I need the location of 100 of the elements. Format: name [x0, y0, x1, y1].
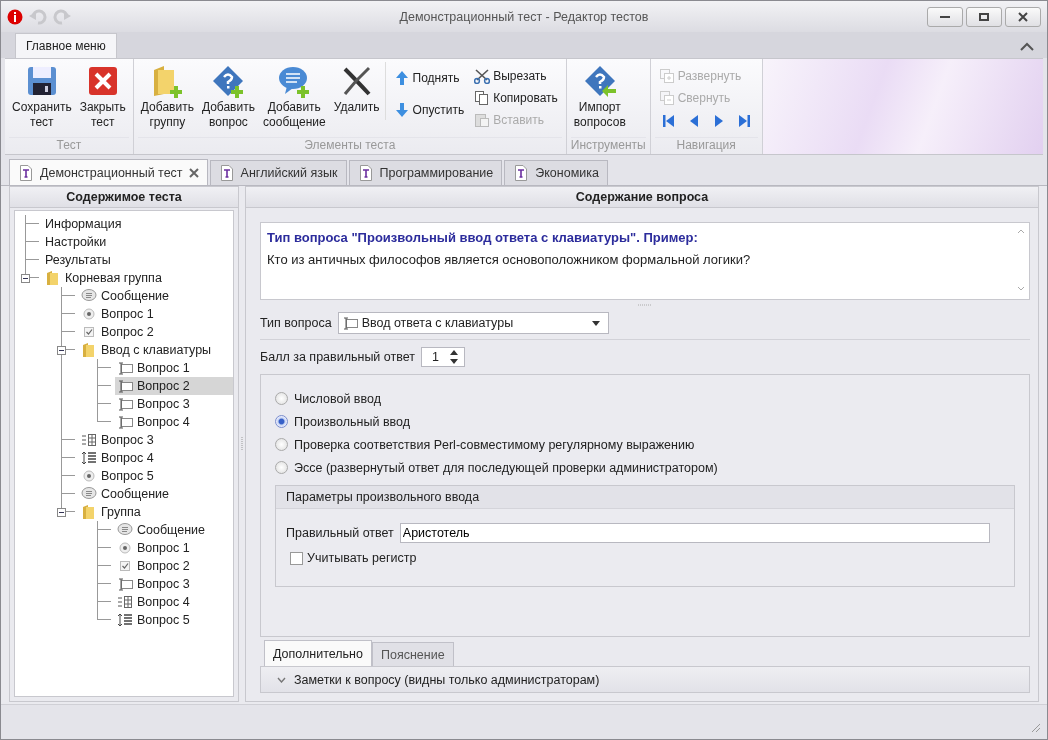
collapse-icon[interactable]: [21, 274, 30, 283]
tree-item[interactable]: Вопрос 3: [115, 575, 233, 593]
tree-item[interactable]: Вопрос 2: [115, 377, 233, 395]
ribbon-button[interactable]: Копировать: [472, 88, 560, 108]
group-caption: Навигация: [654, 137, 758, 154]
ribbon-tab[interactable]: Главное меню: [15, 33, 117, 58]
maximize-button[interactable]: [966, 6, 1002, 27]
checkbox-icon: [117, 558, 133, 574]
close-icon[interactable]: [188, 167, 199, 178]
field-label: Балл за правильный ответ: [260, 350, 415, 364]
tree-item[interactable]: Группа: [79, 503, 233, 521]
close-button[interactable]: [1005, 6, 1041, 27]
tree-item[interactable]: Информация: [43, 215, 233, 233]
speech-bubble-icon: [117, 522, 133, 538]
folder-icon: [81, 342, 97, 358]
resize-grip-icon[interactable]: [638, 303, 652, 307]
tree-item[interactable]: Вопрос 1: [79, 305, 233, 323]
info-icon: [7, 8, 23, 25]
add-message-icon: [277, 64, 312, 98]
tree-item[interactable]: Сообщение: [79, 287, 233, 305]
radio-icon: [81, 468, 97, 484]
radio-option[interactable]: Числовой ввод: [275, 387, 381, 410]
document-tab[interactable]: Демонстрационный тест: [9, 159, 208, 185]
copy-icon: [474, 90, 491, 106]
tree-item[interactable]: Вопрос 1: [115, 539, 233, 557]
tree-item[interactable]: Вопрос 2: [79, 323, 233, 341]
ribbon-button[interactable]: Вырезать: [472, 66, 560, 86]
speech-bubble-icon: [81, 486, 97, 502]
minimize-icon: [940, 15, 950, 18]
radio-option[interactable]: Произвольный ввод: [275, 410, 411, 433]
tree-item[interactable]: Результаты: [43, 251, 233, 269]
down-arrow-icon: [393, 102, 410, 118]
ribbon-button[interactable]: Поднять: [391, 68, 467, 88]
tree-item[interactable]: Вопрос 4: [79, 449, 233, 467]
tree-item[interactable]: Вопрос 5: [115, 611, 233, 629]
folder-icon: [81, 504, 97, 520]
tree-item[interactable]: Вопрос 3: [79, 431, 233, 449]
tree-item[interactable]: Вопрос 4: [115, 593, 233, 611]
group-caption: Тест: [9, 137, 129, 154]
add-question-icon: [211, 64, 246, 98]
text-field-icon: [117, 378, 133, 394]
field-label: Правильный ответ: [286, 526, 394, 540]
text-field-icon: [117, 396, 133, 412]
tab[interactable]: Дополнительно: [264, 640, 372, 666]
spin-arrows-icon[interactable]: [450, 349, 458, 365]
ribbon-button[interactable]: Добавить группу: [137, 62, 197, 132]
collapse-icon[interactable]: [57, 346, 66, 355]
tab[interactable]: Пояснение: [371, 642, 454, 666]
resize-grip-icon[interactable]: [1029, 721, 1041, 733]
minimize-button[interactable]: [927, 6, 963, 27]
tree-item[interactable]: Вопрос 3: [115, 395, 233, 413]
ribbon-button[interactable]: Добавить вопрос: [198, 62, 258, 132]
ordered-list-icon: [81, 450, 97, 466]
ribbon-button[interactable]: Удалить: [330, 62, 383, 117]
folder-icon: [45, 270, 61, 286]
radio-option[interactable]: Эссе (развернутый ответ для последующей проверки администратором): [275, 456, 718, 479]
text-field-icon: [117, 576, 133, 592]
radio-icon: [117, 540, 133, 556]
radio-icon: [81, 306, 97, 322]
tree-item[interactable]: Ввод с клавиатуры: [79, 341, 233, 359]
tree-item[interactable]: Вопрос 5: [79, 467, 233, 485]
panel-title: Содержание вопроса: [246, 187, 1038, 208]
tree-item[interactable]: Вопрос 2: [115, 557, 233, 575]
collapse-ribbon-icon[interactable]: [1019, 40, 1035, 52]
score-spinner[interactable]: 1: [421, 347, 465, 367]
question-heading: Тип вопроса "Произвольный ввод ответа с клавиатуры". Пример:: [267, 229, 699, 247]
field-label: Тип вопроса: [260, 316, 332, 330]
paste-icon: [474, 112, 491, 128]
first-icon[interactable]: [660, 113, 677, 129]
document-icon: [218, 165, 235, 181]
question-type-dropdown[interactable]: Ввод ответа с клавиатуры: [337, 312, 609, 334]
case-checkbox[interactable]: Учитывать регистр: [290, 551, 417, 565]
maximize-icon: [979, 12, 989, 21]
tree-item[interactable]: Вопрос 4: [115, 413, 233, 431]
tree-item[interactable]: Настройки: [43, 233, 233, 251]
ribbon-button[interactable]: Добавить сообщение: [259, 62, 329, 132]
dropdown-arrow-icon: [591, 320, 600, 326]
document-icon: [18, 164, 34, 181]
document-tab[interactable]: Программирование: [348, 160, 503, 185]
ribbon-button[interactable]: Закрыть тест: [76, 62, 129, 132]
notes-expander[interactable]: Заметки к вопросу (видны только администраторам): [260, 666, 1030, 693]
answer-field[interactable]: Аристотель: [399, 523, 990, 543]
ribbon-button[interactable]: Сохранить тест: [9, 62, 75, 132]
group-caption: Элементы теста: [137, 137, 562, 154]
document-tab[interactable]: Английский язык: [209, 160, 347, 185]
collapse-icon[interactable]: [57, 508, 66, 517]
radio-option[interactable]: Проверка соответствия Perl-совместимому регулярному выражению: [275, 433, 695, 456]
speech-bubble-icon: [81, 288, 97, 304]
tree-item[interactable]: Вопрос 1: [115, 359, 233, 377]
ribbon-button[interactable]: Импорт вопросов: [570, 62, 629, 132]
ribbon-button[interactable]: Опустить: [391, 100, 467, 120]
tree-item[interactable]: Сообщение: [115, 521, 233, 539]
checkbox-icon: [81, 324, 97, 340]
document-tab[interactable]: Экономика: [504, 160, 608, 185]
text-field-icon: [341, 315, 358, 331]
tree-item[interactable]: Сообщение: [79, 485, 233, 503]
question-text-area[interactable]: Тип вопроса "Произвольный ввод ответа с клавиатуры". Пример: Кто из античных философов является основоположником формальной логики?: [260, 222, 1030, 300]
tree-item[interactable]: Корневая группа: [43, 269, 233, 287]
up-arrow-icon: [393, 70, 410, 86]
document-icon: [513, 165, 530, 181]
